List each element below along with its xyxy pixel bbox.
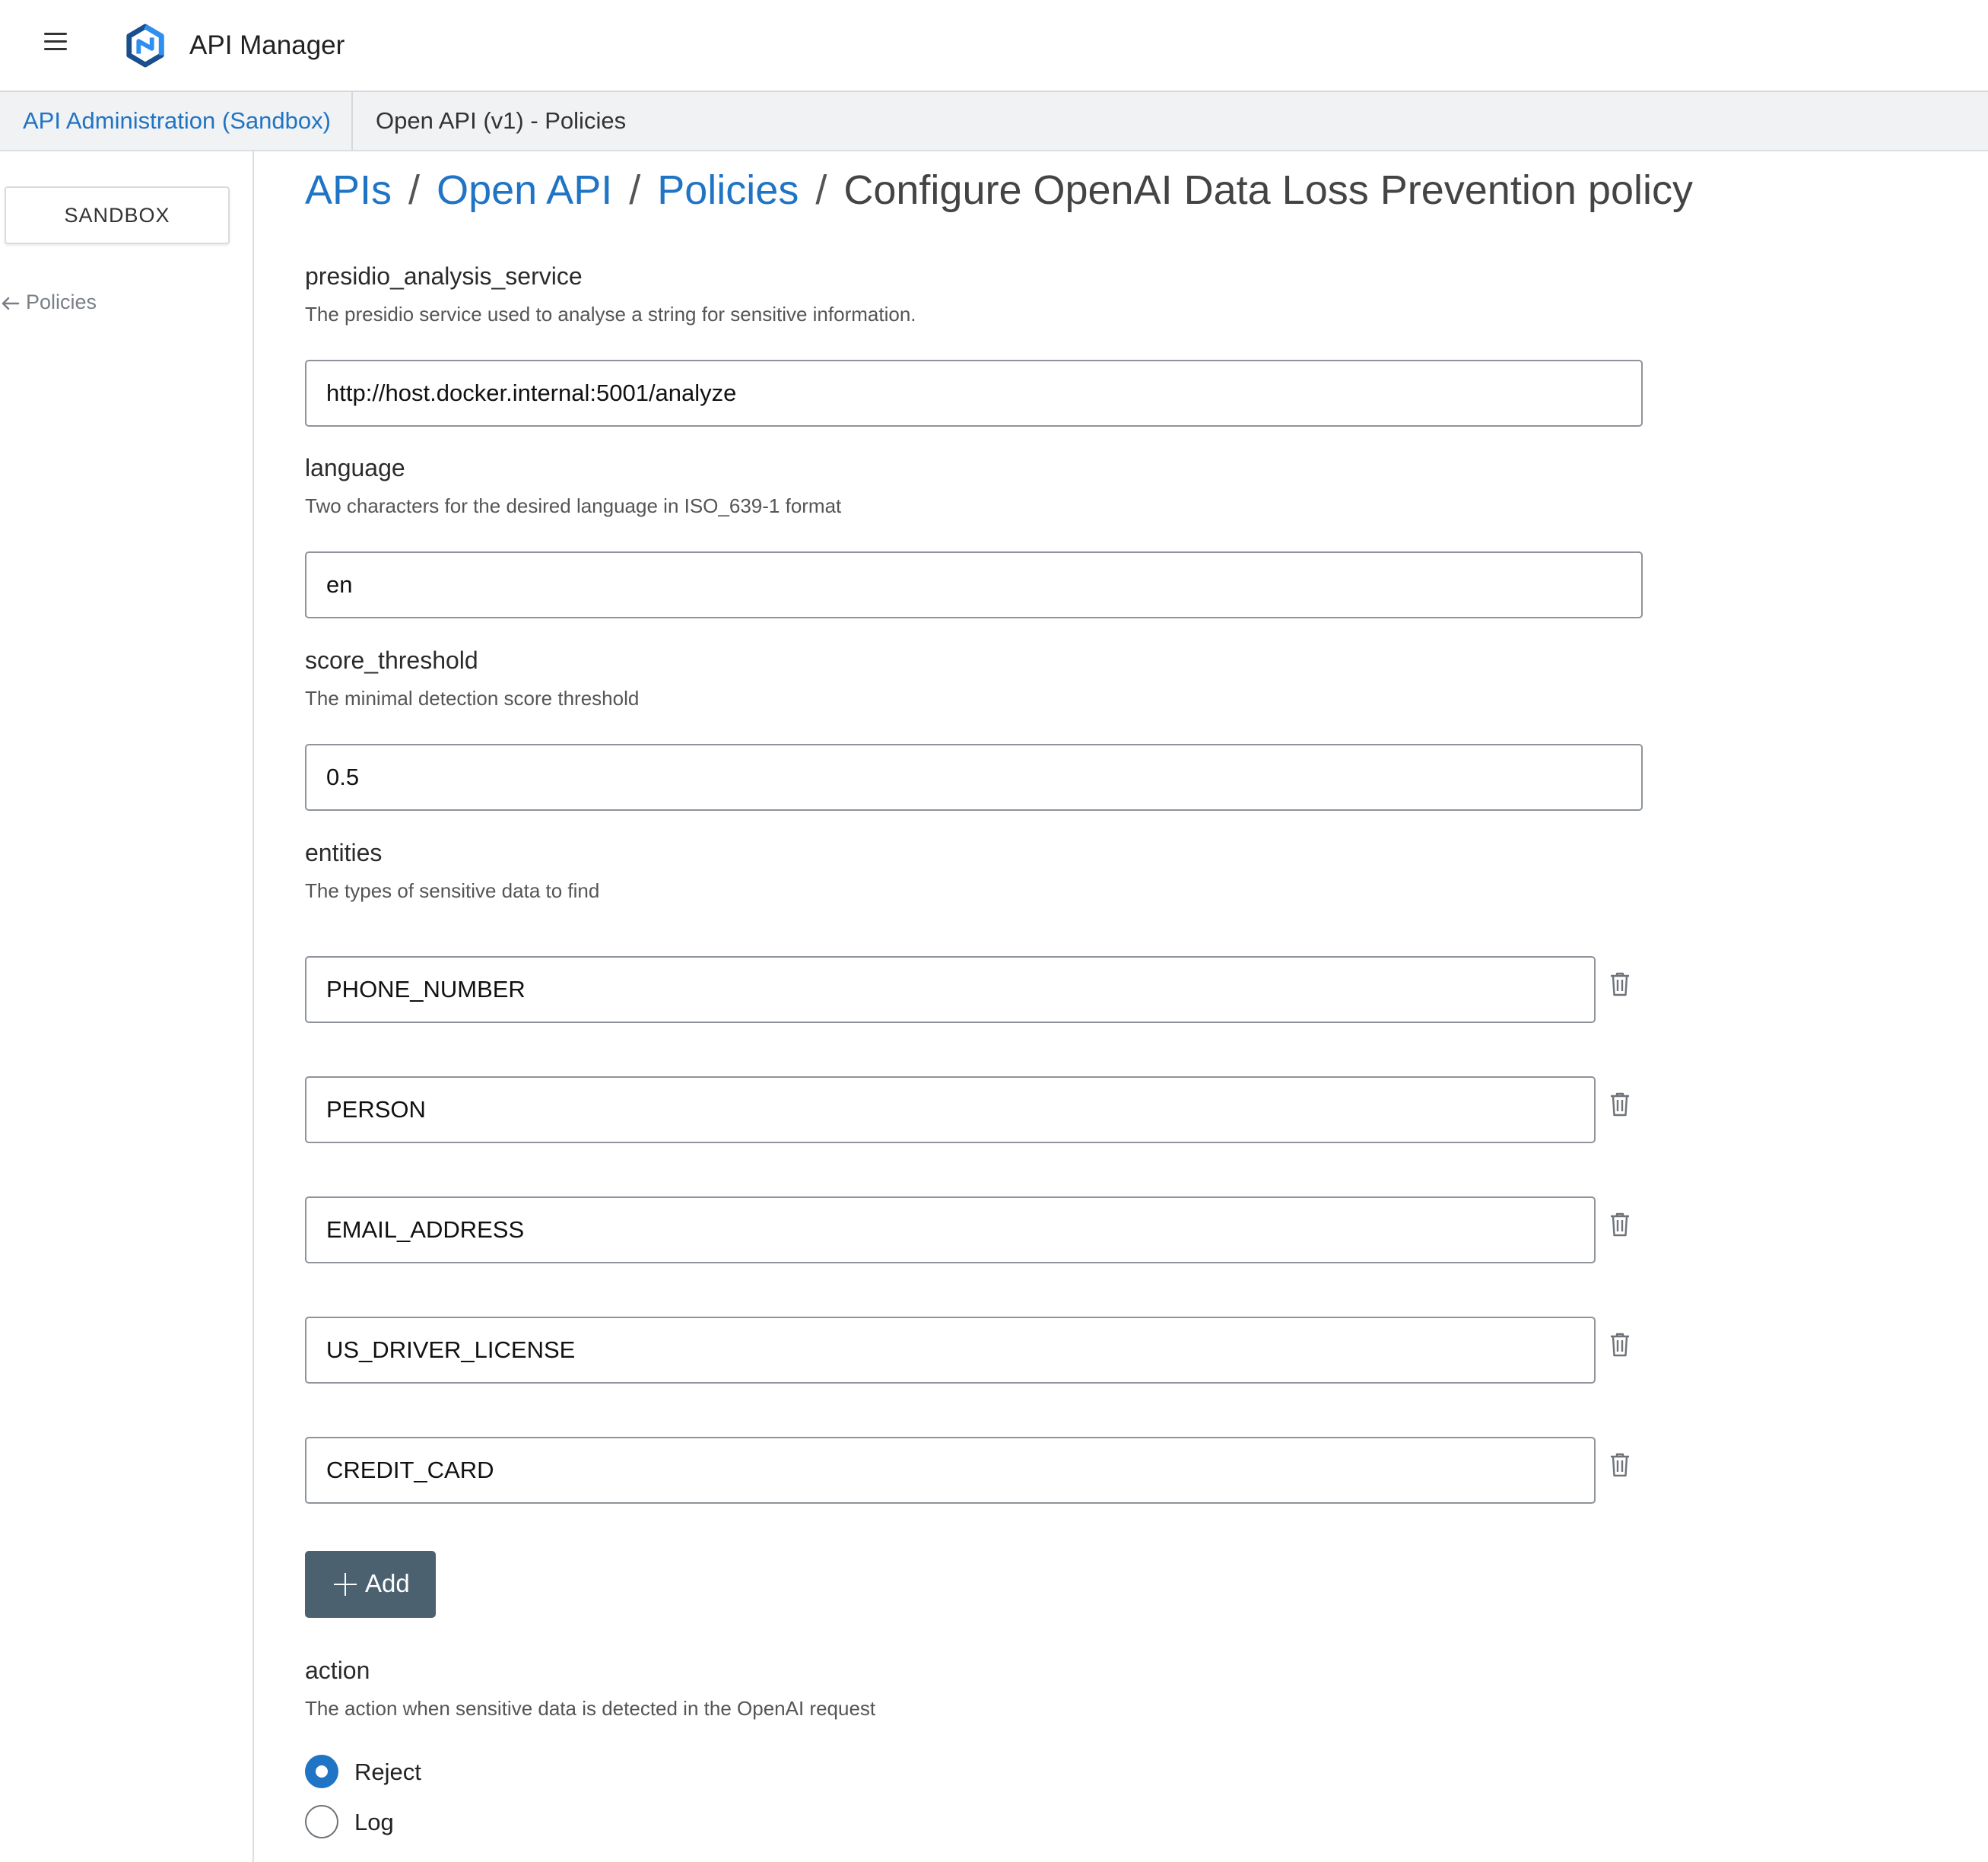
entity-input[interactable] <box>305 1317 1596 1384</box>
radio-log[interactable] <box>305 1805 338 1838</box>
breadcrumb-separator: / <box>629 167 641 213</box>
top-bar: API Manager <box>0 0 1988 92</box>
arrow-left-icon <box>2 297 20 310</box>
radio-reject[interactable] <box>305 1755 338 1788</box>
breadcrumb-separator: / <box>408 167 421 213</box>
score-threshold-label: score_threshold <box>305 647 478 674</box>
api-manager-logo <box>126 24 164 68</box>
breadcrumb-policies[interactable]: Policies <box>657 167 799 213</box>
trash-icon[interactable] <box>1609 1332 1631 1358</box>
trash-icon[interactable] <box>1609 1452 1631 1478</box>
presidio-service-description: The presidio service used to analyse a s… <box>305 303 916 326</box>
add-entity-button[interactable]: Add <box>305 1551 436 1618</box>
breadcrumb-apis[interactable]: APIs <box>305 167 392 213</box>
tab-strip: API Administration (Sandbox) Open API (v… <box>0 92 1988 151</box>
app-title: API Manager <box>189 30 345 60</box>
radio-log-label[interactable]: Log <box>354 1809 394 1836</box>
page-title: Configure OpenAI Data Loss Prevention po… <box>843 167 1693 213</box>
back-link-label: Policies <box>26 291 97 313</box>
trash-icon[interactable] <box>1609 971 1631 997</box>
radio-reject-label[interactable]: Reject <box>354 1759 421 1786</box>
entity-input[interactable] <box>305 956 1596 1023</box>
hamburger-menu-icon[interactable] <box>44 31 67 52</box>
presidio-service-input[interactable] <box>305 360 1643 427</box>
entity-input[interactable] <box>305 1437 1596 1504</box>
tab-api-administration[interactable]: API Administration (Sandbox) <box>23 92 331 150</box>
sandbox-button[interactable]: SANDBOX <box>5 186 230 244</box>
trash-icon[interactable] <box>1609 1091 1631 1117</box>
tab-divider <box>351 92 353 150</box>
plus-icon <box>334 1573 357 1596</box>
add-button-label: Add <box>365 1569 410 1597</box>
language-label: language <box>305 454 405 481</box>
score-threshold-input[interactable] <box>305 744 1643 811</box>
tab-open-api-policies[interactable]: Open API (v1) - Policies <box>376 92 626 150</box>
language-input[interactable] <box>305 551 1643 618</box>
trash-icon[interactable] <box>1609 1212 1631 1238</box>
action-description: The action when sensitive data is detect… <box>305 1697 876 1720</box>
entities-description: The types of sensitive data to find <box>305 879 600 902</box>
back-to-policies-link[interactable]: Policies <box>0 291 97 314</box>
score-threshold-description: The minimal detection score threshold <box>305 687 640 710</box>
language-description: Two characters for the desired language … <box>305 494 842 517</box>
entities-label: entities <box>305 839 383 866</box>
sidebar: SANDBOX Policies <box>0 151 254 1862</box>
breadcrumb-open-api[interactable]: Open API <box>437 167 612 213</box>
entity-input[interactable] <box>305 1076 1596 1143</box>
presidio-service-label: presidio_analysis_service <box>305 262 583 290</box>
breadcrumb-separator: / <box>815 167 827 213</box>
action-label: action <box>305 1657 370 1684</box>
breadcrumb: APIs / Open API / Policies / Configure OpenAI … <box>305 167 1693 214</box>
entity-input[interactable] <box>305 1196 1596 1263</box>
